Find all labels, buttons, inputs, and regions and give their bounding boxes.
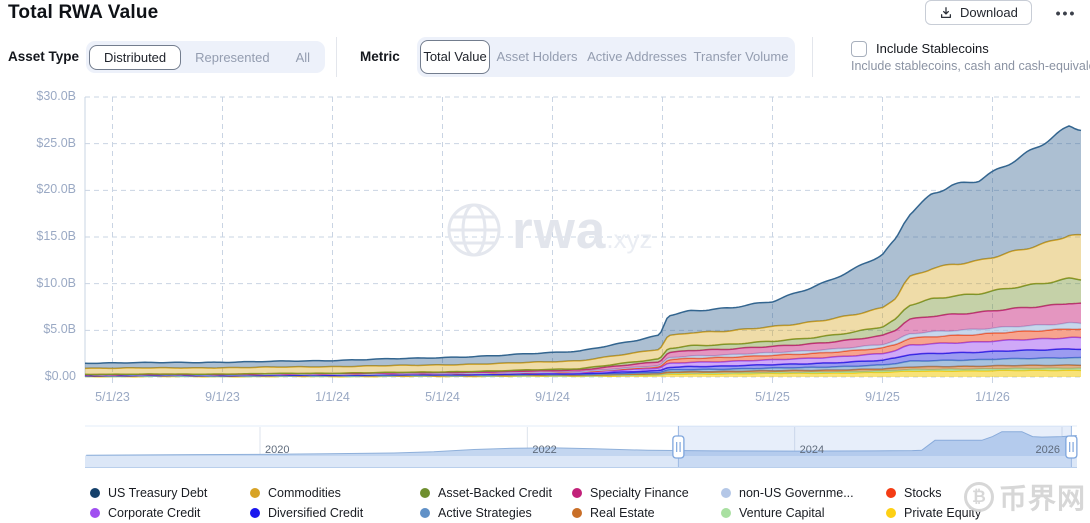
metric-segmented-control: Total Value Asset Holders Active Address…	[417, 37, 795, 77]
navigator-year-label: 2020	[265, 444, 290, 456]
y-axis-tick-label: $0.00	[44, 369, 76, 383]
legend-item-venture-capital[interactable]: Venture Capital	[721, 505, 824, 521]
navigator-selection[interactable]	[678, 426, 1072, 467]
legend-label: Stocks	[904, 486, 942, 500]
legend-label: Venture Capital	[739, 506, 825, 520]
legend-dot-asset-backed-credit	[420, 488, 430, 498]
metric-option-transfer-volume[interactable]: Transfer Volume	[690, 41, 792, 73]
legend-label: Corporate Credit	[108, 506, 201, 520]
metric-option-active-addresses[interactable]: Active Addresses	[584, 41, 690, 73]
y-axis-tick-label: $30.0B	[36, 89, 76, 103]
more-options-button[interactable]: •••	[1046, 0, 1086, 25]
metric-option-asset-holders[interactable]: Asset Holders	[490, 41, 584, 73]
legend-dot-venture-capital	[721, 508, 731, 518]
legend-item-diversified-credit[interactable]: Diversified Credit	[250, 505, 363, 521]
legend-dot-real-estate	[572, 508, 582, 518]
controls-divider	[336, 37, 337, 77]
controls-divider-2	[812, 37, 813, 77]
legend-dot-us-treasury-debt	[90, 488, 100, 498]
legend-item-corporate-credit[interactable]: Corporate Credit	[90, 505, 200, 521]
legend-label: Private Equity	[904, 506, 982, 520]
legend-label: Real Estate	[590, 506, 655, 520]
asset-type-label: Asset Type	[8, 49, 80, 64]
x-axis-tick-label: 1/1/24	[315, 390, 350, 404]
legend-dot-non-us-government	[721, 488, 731, 498]
legend-dot-stocks	[886, 488, 896, 498]
navigator-year-label: 2026	[1035, 444, 1061, 456]
y-axis-tick-label: $25.0B	[36, 135, 76, 150]
legend-item-commodities[interactable]: Commodities	[250, 485, 341, 501]
asset-type-option-all[interactable]: All	[284, 46, 322, 69]
bijiewang-watermark: ₿ 币界网	[963, 477, 1086, 517]
navigator-year-label: 2024	[799, 444, 825, 456]
legend-item-active-strategies[interactable]: Active Strategies	[420, 505, 532, 521]
legend-item-stocks[interactable]: Stocks	[886, 485, 942, 501]
legend-label: Commodities	[268, 486, 341, 500]
metric-option-total-value[interactable]: Total Value	[420, 40, 490, 74]
legend-dot-diversified-credit	[250, 508, 260, 518]
x-axis-tick-label: 9/1/24	[535, 390, 570, 404]
download-button[interactable]: Download	[925, 0, 1032, 25]
navigator-right-handle[interactable]	[1065, 435, 1078, 459]
legend-dot-active-strategies	[420, 508, 430, 518]
legend-label: Specialty Finance	[590, 486, 689, 500]
x-axis-tick-label: 9/1/23	[205, 390, 240, 404]
stacked-area-chart[interactable]	[0, 85, 1090, 405]
legend-label: non-US Governme...	[739, 486, 854, 500]
legend-label: US Treasury Debt	[108, 486, 208, 500]
y-axis-tick-label: $15.0B	[36, 229, 76, 243]
include-stablecoins-label: Include Stablecoins	[876, 41, 989, 56]
y-axis-tick-label: $20.0B	[36, 182, 76, 197]
main-chart-area: $30.0B $25.0B $20.0B $15.0B $10.0B $5.0B $0.00…	[0, 85, 1090, 405]
legend-label: Active Strategies	[438, 506, 532, 520]
legend-dot-specialty-finance	[572, 488, 582, 498]
navigator-left-handle[interactable]	[672, 435, 685, 459]
x-axis-tick-label: 1/1/25	[645, 390, 680, 404]
legend-dot-private-equity	[886, 508, 896, 518]
legend-dot-corporate-credit	[90, 508, 100, 518]
y-axis-tick-label: $10.0B	[36, 275, 76, 290]
x-axis-tick-label: 5/1/24	[425, 390, 460, 404]
legend-item-non-us-government[interactable]: non-US Governme...	[721, 485, 854, 501]
include-stablecoins-checkbox[interactable]	[851, 41, 867, 57]
x-axis-tick-label: 9/1/25	[865, 390, 900, 404]
x-axis-tick-label: 1/1/26	[975, 390, 1010, 404]
include-stablecoins-description: Include stablecoins, cash and cash-equiv…	[851, 59, 1090, 73]
x-axis-tick-label: 5/1/23	[95, 390, 130, 404]
x-axis-tick-label: 5/1/25	[755, 390, 790, 404]
navigator-year-label: 2022	[532, 444, 557, 456]
legend-item-private-equity[interactable]: Private Equity	[886, 505, 981, 521]
legend-dot-commodities	[250, 488, 260, 498]
legend-label: Diversified Credit	[268, 506, 364, 520]
y-axis-tick-label: $5.0B	[43, 322, 76, 337]
asset-type-segmented-control: Distributed Represented All	[86, 41, 326, 73]
page-title: Total RWA Value	[8, 2, 159, 23]
asset-type-option-distributed[interactable]: Distributed	[89, 44, 182, 70]
download-button-label: Download	[960, 5, 1018, 20]
legend-item-asset-backed-credit[interactable]: Asset-Backed Credit	[420, 485, 552, 501]
site-watermark-text: 币界网	[998, 483, 1086, 514]
legend-item-us-treasury-debt[interactable]: US Treasury Debt	[90, 485, 207, 501]
download-icon	[939, 6, 953, 20]
metric-label: Metric	[360, 49, 400, 64]
asset-type-option-represented[interactable]: Represented	[181, 46, 283, 69]
legend-item-real-estate[interactable]: Real Estate	[572, 505, 655, 521]
legend-item-specialty-finance[interactable]: Specialty Finance	[572, 485, 689, 501]
legend-label: Asset-Backed Credit	[438, 486, 552, 500]
